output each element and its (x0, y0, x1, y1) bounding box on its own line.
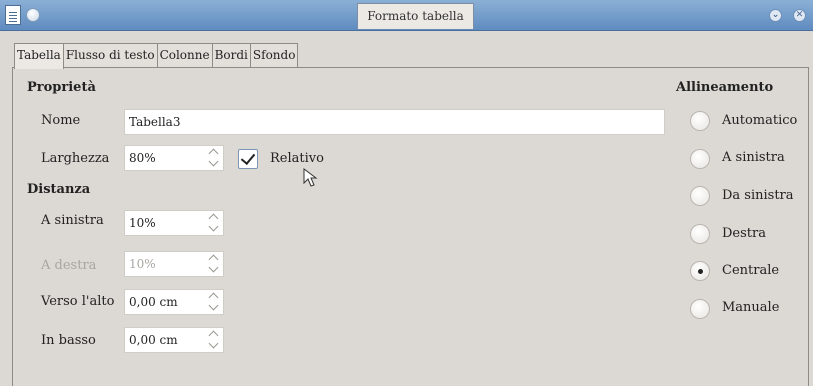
mouse-cursor-icon (303, 168, 318, 187)
left-spacing-label: A sinistra (41, 213, 104, 228)
radio-manuale[interactable] (690, 299, 710, 319)
section-spacing: Distanza (27, 182, 91, 197)
section-alignment: Allineamento (676, 80, 774, 95)
width-value: 80% (129, 151, 156, 165)
radio-da-sinistra[interactable] (690, 186, 710, 206)
top-spacing-label: Verso l'alto (41, 294, 115, 309)
width-label: Larghezza (41, 151, 110, 166)
name-value: Tabella3 (129, 115, 181, 129)
tab-bar: Tabella Flusso di testo Colonne Bordi Sf… (14, 43, 299, 69)
tab-tabella[interactable]: Tabella (14, 43, 64, 69)
radio-automatico[interactable] (690, 111, 710, 131)
top-spacing-spin[interactable] (208, 291, 220, 313)
tab-colonne[interactable]: Colonne (156, 43, 213, 67)
option-manuale-label[interactable]: Manuale (722, 300, 779, 315)
tab-flusso-di-testo[interactable]: Flusso di testo (62, 43, 158, 67)
option-da-sinistra-label[interactable]: Da sinistra (722, 188, 794, 203)
radio-centrale[interactable] (690, 261, 710, 281)
bottom-spacing-spin[interactable] (208, 329, 220, 351)
option-a-sinistra-label[interactable]: A sinistra (722, 150, 785, 165)
minimize-icon[interactable]: ⌄ (769, 9, 782, 22)
name-label: Nome (41, 113, 81, 128)
left-spacing-field[interactable]: 10% (124, 210, 224, 236)
left-spacing-spin[interactable] (208, 212, 220, 234)
right-spacing-value: 10% (129, 257, 156, 271)
width-spin[interactable] (208, 147, 220, 169)
right-spacing-field: 10% (124, 251, 224, 277)
section-properties: Proprietà (27, 80, 96, 95)
width-field[interactable]: 80% (124, 145, 224, 171)
relative-checkbox[interactable] (238, 149, 258, 169)
name-field[interactable]: Tabella3 (124, 109, 665, 135)
window-menu-icon[interactable] (26, 8, 40, 22)
right-spacing-spin (208, 253, 220, 275)
option-automatico-label[interactable]: Automatico (722, 113, 797, 128)
radio-a-sinistra[interactable] (690, 149, 710, 169)
window-title: Formato tabella (357, 3, 474, 29)
bottom-spacing-value: 0,00 cm (129, 333, 178, 347)
tab-sfondo[interactable]: Sfondo (249, 43, 299, 67)
title-bar: Formato tabella ⌄ ✕ (0, 0, 813, 31)
left-spacing-value: 10% (129, 216, 156, 230)
relative-label[interactable]: Relativo (270, 151, 324, 166)
document-icon (5, 5, 21, 25)
right-spacing-label: A destra (41, 258, 97, 273)
bottom-spacing-label: In basso (41, 333, 96, 348)
option-centrale-label[interactable]: Centrale (722, 263, 779, 278)
top-spacing-value: 0,00 cm (129, 295, 178, 309)
top-spacing-field[interactable]: 0,00 cm (124, 289, 224, 315)
close-icon[interactable]: ✕ (793, 9, 806, 22)
radio-destra[interactable] (690, 224, 710, 244)
bottom-spacing-field[interactable]: 0,00 cm (124, 327, 224, 353)
option-destra-label[interactable]: Destra (722, 226, 766, 241)
tab-bordi[interactable]: Bordi (211, 43, 251, 67)
